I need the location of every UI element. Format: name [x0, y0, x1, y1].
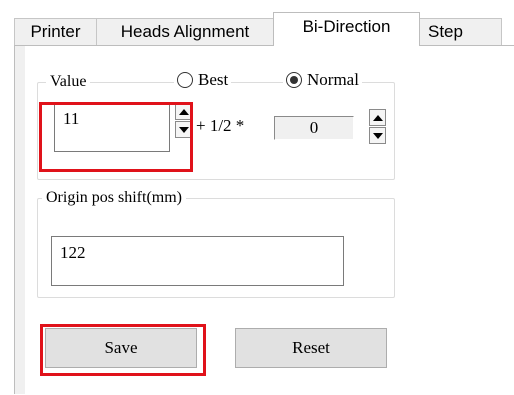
value-group: Value Best Normal 11 + 1/2 * 0 [37, 70, 395, 180]
value-input[interactable]: 11 [54, 102, 170, 152]
origin-group: Origin pos shift(mm) 122 [37, 188, 395, 298]
radio-best[interactable]: Best [174, 70, 232, 90]
tab-heads-alignment[interactable]: Heads Alignment [96, 18, 274, 45]
arrow-down-icon [178, 126, 189, 133]
origin-shift-input[interactable]: 122 [51, 236, 344, 286]
radio-normal-circle[interactable] [286, 72, 302, 88]
panel-content: Value Best Normal 11 + 1/2 * 0 Origin po… [25, 46, 514, 395]
radio-best-label: Best [198, 70, 229, 89]
value-spinner[interactable] [175, 103, 192, 139]
radio-normal-label: Normal [307, 70, 359, 89]
half-value-display: 0 [274, 116, 354, 140]
half-spinner[interactable] [369, 109, 386, 145]
origin-group-legend: Origin pos shift(mm) [42, 188, 186, 208]
radio-selected-dot [290, 76, 298, 84]
tab-panel: Value Best Normal 11 + 1/2 * 0 Origin po… [14, 45, 514, 395]
radio-normal[interactable]: Normal [283, 70, 362, 90]
tab-printer[interactable]: Printer [14, 18, 97, 45]
tab-bi-direction[interactable]: Bi-Direction [273, 12, 420, 46]
value-spin-up-button[interactable] [175, 103, 192, 120]
save-button[interactable]: Save [45, 328, 197, 368]
arrow-down-icon [372, 132, 383, 139]
arrow-up-icon [372, 114, 383, 121]
value-spin-down-button[interactable] [175, 121, 192, 138]
half-spin-up-button[interactable] [369, 109, 386, 126]
tab-strip: Printer Heads Alignment Bi-Direction Ste… [14, 10, 514, 46]
radio-best-circle[interactable] [177, 72, 193, 88]
reset-button[interactable]: Reset [235, 328, 387, 368]
half-multiplier-label: + 1/2 * [196, 116, 245, 135]
value-group-legend: Value [46, 72, 91, 92]
arrow-up-icon [178, 108, 189, 115]
half-spin-down-button[interactable] [369, 127, 386, 144]
tab-step[interactable]: Step [419, 18, 502, 45]
